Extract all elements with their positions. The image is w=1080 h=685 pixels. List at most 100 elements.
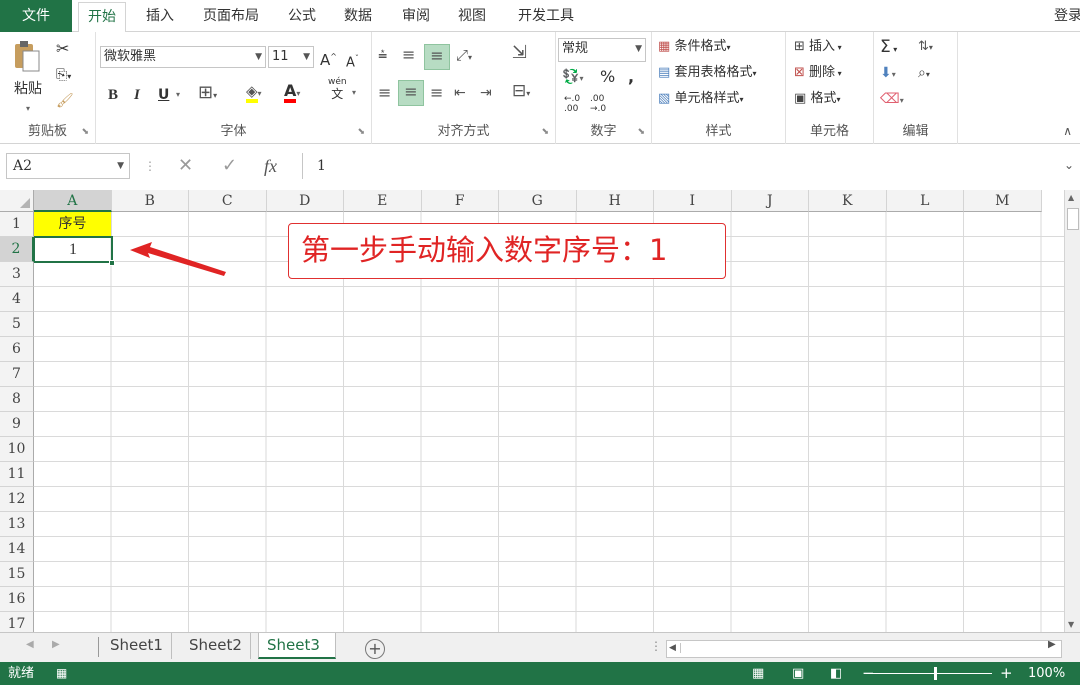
fill-handle[interactable] bbox=[109, 260, 115, 266]
clear-eraser-icon[interactable]: ⌫▾ bbox=[880, 88, 904, 112]
font-size-combo[interactable]: 11 ▼ bbox=[268, 46, 314, 68]
tab-review[interactable]: 审阅 bbox=[396, 0, 436, 32]
page-break-view-icon[interactable]: ◧ bbox=[830, 662, 842, 685]
column-header-b[interactable]: B bbox=[111, 190, 189, 212]
chevron-down-icon[interactable]: ▾ bbox=[176, 84, 180, 106]
column-header-g[interactable]: G bbox=[499, 190, 577, 212]
alignment-launcher-icon[interactable]: ⬊ bbox=[541, 127, 549, 137]
fill-color-button[interactable]: ◈▾ bbox=[246, 82, 262, 105]
orientation-icon[interactable]: ⤢▾ bbox=[456, 44, 472, 69]
copy-icon[interactable]: ⎘▾ bbox=[56, 64, 71, 88]
insert-cells-button[interactable]: ⊞ 插入 ▾ bbox=[794, 36, 842, 59]
row-header-12[interactable]: 12 bbox=[0, 487, 34, 512]
add-sheet-button[interactable]: + bbox=[365, 639, 385, 659]
format-painter-icon[interactable]: 🖌 bbox=[56, 90, 74, 112]
login-link[interactable]: 登录 bbox=[1054, 0, 1080, 32]
scroll-down-icon[interactable]: ▼ bbox=[1068, 620, 1074, 629]
row-header-2[interactable]: 2 bbox=[0, 237, 34, 262]
sheet-tab-sheet2[interactable]: Sheet2 bbox=[181, 633, 251, 659]
row-header-15[interactable]: 15 bbox=[0, 562, 34, 587]
expand-formula-bar-icon[interactable]: ⌄ bbox=[1064, 158, 1074, 172]
align-left-icon[interactable]: ≡ bbox=[378, 82, 391, 104]
grow-font-button[interactable]: A^ bbox=[320, 46, 337, 71]
format-as-table-button[interactable]: ▤ 套用表格格式▾ bbox=[658, 62, 756, 85]
row-header-8[interactable]: 8 bbox=[0, 387, 34, 412]
tab-home[interactable]: 开始 bbox=[78, 2, 126, 33]
column-header-d[interactable]: D bbox=[266, 190, 344, 212]
formula-input[interactable]: 1 bbox=[302, 153, 1062, 179]
sort-filter-icon[interactable]: ⇅▾ bbox=[918, 36, 933, 59]
decrease-indent-icon[interactable]: ⇤ bbox=[454, 82, 466, 104]
autosum-button[interactable]: Σ ▾ bbox=[880, 36, 897, 61]
cut-icon[interactable]: ✂ bbox=[56, 38, 69, 60]
row-header-9[interactable]: 9 bbox=[0, 412, 34, 437]
vertical-scrollbar[interactable]: ▲ ▼ bbox=[1064, 190, 1080, 632]
column-header-m[interactable]: M bbox=[964, 190, 1042, 212]
row-header-11[interactable]: 11 bbox=[0, 462, 34, 487]
page-layout-view-icon[interactable]: ▣ bbox=[792, 662, 804, 685]
zoom-in-button[interactable]: + bbox=[1000, 662, 1013, 685]
sheet-tab-sheet1[interactable]: Sheet1 bbox=[102, 633, 172, 659]
column-header-k[interactable]: K bbox=[809, 190, 887, 212]
merge-center-icon[interactable]: ⊟▾ bbox=[512, 80, 530, 105]
clipboard-launcher-icon[interactable]: ⬊ bbox=[81, 127, 89, 137]
column-header-j[interactable]: J bbox=[731, 190, 809, 212]
chevron-down-icon[interactable]: ▾ bbox=[352, 82, 356, 104]
horizontal-scrollbar[interactable]: ◀ bbox=[666, 640, 1062, 658]
phonetic-button[interactable]: wén 文 bbox=[328, 76, 347, 100]
align-top-icon[interactable]: ⩮ bbox=[378, 44, 387, 66]
find-select-icon[interactable]: ⌕▾ bbox=[918, 62, 930, 86]
column-header-e[interactable]: E bbox=[344, 190, 422, 212]
row-header-16[interactable]: 16 bbox=[0, 587, 34, 612]
cancel-entry-icon[interactable]: ✕ bbox=[178, 153, 193, 179]
scroll-right-icon[interactable]: ▶ bbox=[1048, 639, 1056, 650]
tab-view[interactable]: 视图 bbox=[452, 0, 492, 32]
scroll-up-icon[interactable]: ▲ bbox=[1068, 193, 1074, 202]
format-cells-button[interactable]: ▣ 格式▾ bbox=[794, 88, 840, 111]
percent-button[interactable]: % bbox=[600, 66, 615, 88]
wrap-text-icon[interactable]: ⇲ bbox=[512, 42, 527, 64]
column-header-a[interactable]: A bbox=[34, 190, 112, 212]
column-header-f[interactable]: F bbox=[421, 190, 499, 212]
tab-data[interactable]: 数据 bbox=[338, 0, 378, 32]
zoom-slider-track[interactable] bbox=[866, 673, 992, 674]
cell-a1[interactable]: 序号 bbox=[34, 212, 112, 237]
row-header-7[interactable]: 7 bbox=[0, 362, 34, 387]
row-header-6[interactable]: 6 bbox=[0, 337, 34, 362]
align-center-icon[interactable]: ≡ bbox=[398, 80, 424, 106]
insert-function-icon[interactable]: fx bbox=[264, 153, 277, 179]
underline-button[interactable]: U bbox=[158, 84, 169, 106]
row-header-1[interactable]: 1 bbox=[0, 212, 34, 237]
vertical-scroll-thumb[interactable] bbox=[1067, 208, 1079, 230]
column-header-l[interactable]: L bbox=[886, 190, 964, 212]
cell-styles-button[interactable]: ▧ 单元格样式▾ bbox=[658, 88, 743, 111]
decrease-decimal-button[interactable]: .00 →.0 bbox=[590, 94, 606, 114]
align-bottom-icon[interactable]: ≡ bbox=[424, 44, 450, 70]
tab-formulas[interactable]: 公式 bbox=[282, 0, 322, 32]
align-right-icon[interactable]: ≡ bbox=[430, 82, 443, 104]
shrink-font-button[interactable]: Aˇ bbox=[346, 48, 359, 74]
conditional-format-button[interactable]: ▦ 条件格式▾ bbox=[658, 36, 730, 59]
comma-button[interactable]: , bbox=[628, 66, 634, 88]
italic-button[interactable]: I bbox=[134, 84, 140, 106]
increase-decimal-button[interactable]: ←.0.00 bbox=[564, 94, 580, 114]
confirm-entry-icon[interactable]: ✓ bbox=[222, 153, 237, 179]
row-header-13[interactable]: 13 bbox=[0, 512, 34, 537]
increase-indent-icon[interactable]: ⇥ bbox=[480, 82, 492, 104]
accounting-format-icon[interactable]: 💱▾ bbox=[562, 66, 583, 90]
row-header-3[interactable]: 3 bbox=[0, 262, 34, 287]
row-header-14[interactable]: 14 bbox=[0, 537, 34, 562]
column-header-h[interactable]: H bbox=[576, 190, 654, 212]
tab-developer[interactable]: 开发工具 bbox=[510, 0, 582, 32]
name-box[interactable]: A2 ▼ bbox=[6, 153, 130, 179]
tab-split-grip-icon[interactable]: ⋮ bbox=[650, 639, 662, 653]
font-name-combo[interactable]: 微软雅黑 ▼ bbox=[100, 46, 266, 68]
border-icon[interactable]: ⊞▾ bbox=[198, 82, 217, 107]
row-header-4[interactable]: 4 bbox=[0, 287, 34, 312]
bold-button[interactable]: B bbox=[108, 84, 118, 106]
tab-page-layout[interactable]: 页面布局 bbox=[196, 0, 266, 32]
sheet-tab-sheet3[interactable]: Sheet3 bbox=[258, 633, 336, 659]
normal-view-icon[interactable]: ▦ bbox=[752, 662, 764, 685]
tab-file[interactable]: 文件 bbox=[0, 0, 72, 32]
fill-down-icon[interactable]: ⬇▾ bbox=[880, 62, 896, 86]
